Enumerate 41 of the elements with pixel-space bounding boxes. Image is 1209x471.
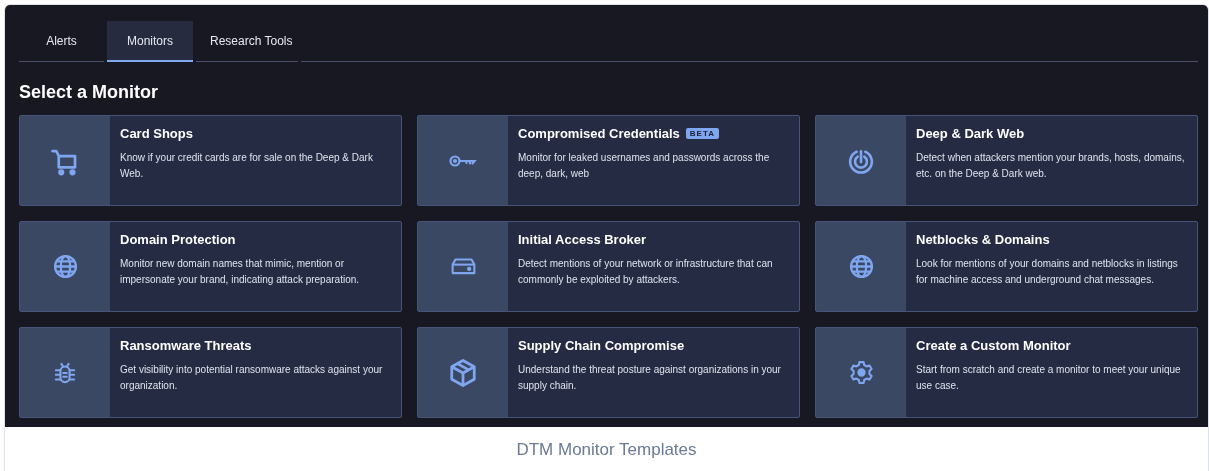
card-description: Monitor new domain names that mimic, mention or impersonate your brand, indicating attack preparation. xyxy=(120,257,361,287)
card-title: Initial Access Broker xyxy=(518,232,647,247)
drive-icon xyxy=(450,258,476,275)
card-description: Look for mentions of your domains and netblocks in listings for machine access and underground chat messages. xyxy=(916,257,1179,287)
tab[interactable]: Monitors xyxy=(107,21,193,62)
monitor-card[interactable]: Initial Access Broker Detect mentions of your network or infrastructure that can commonly be exploited by attackers. xyxy=(417,221,800,312)
card-title: Domain Protection xyxy=(120,232,236,247)
card-title: Card Shops xyxy=(120,126,193,141)
beta-badge: BETA xyxy=(685,128,719,139)
card-title: Ransomware Threats xyxy=(120,338,252,353)
target-icon xyxy=(848,147,874,174)
card-description: Get visibility into potential ransomware attacks against your organization. xyxy=(120,363,384,393)
bug-icon xyxy=(54,360,76,385)
page-heading: Select a Monitor xyxy=(19,81,160,104)
monitor-card[interactable]: Domain Protection Monitor new domain names that mimic, mention or impersonate your brand, indicating attack preparation. xyxy=(19,221,402,312)
card-description: Detect mentions of your network or infrastructure that can commonly be exploited by attackers. xyxy=(518,257,774,287)
card-title: Netblocks & Domains xyxy=(916,232,1050,247)
figure-caption: DTM Monitor Templates xyxy=(515,439,698,460)
key-icon xyxy=(449,153,477,168)
card-title: Deep & Dark Web xyxy=(916,126,1025,141)
card-description: Start from scratch and create a monitor to meet your unique use case. xyxy=(916,363,1182,393)
globe-icon xyxy=(848,254,874,279)
card-title: Supply Chain Compromise xyxy=(518,338,685,353)
tab[interactable]: Alerts xyxy=(19,21,104,62)
card-description: Detect when attackers mention your brands, hosts, domains, etc. on the Deep & Dark web. xyxy=(916,151,1186,181)
card-title: Create a Custom Monitor xyxy=(916,338,1071,353)
card-description: Know if your credit cards are for sale on the Deep & Dark Web. xyxy=(120,151,374,181)
card-description: Understand the threat posture against organizations in your supply chain. xyxy=(518,363,782,393)
card-description: Monitor for leaked usernames and passwords across the deep, dark, web xyxy=(518,151,771,181)
monitor-card[interactable]: Card Shops Know if your credit cards are for sale on the Deep & Dark Web. xyxy=(19,115,402,206)
monitor-card[interactable]: Ransomware Threats Get visibility into potential ransomware attacks against your organization. xyxy=(19,327,402,418)
globe-icon xyxy=(52,254,78,279)
monitor-card[interactable]: Deep & Dark Web Detect when attackers mention your brands, hosts, domains, etc. on the Deep & Dark web. xyxy=(815,115,1198,206)
monitor-card[interactable]: Supply Chain Compromise Understand the threat posture against organizations in your supply chain. xyxy=(417,327,800,418)
cube-icon xyxy=(448,357,478,388)
monitor-card[interactable]: Netblocks & Domains Look for mentions of your domains and netblocks in listings for machine access and underground chat messages. xyxy=(815,221,1198,312)
card-title: Compromised Credentials xyxy=(518,126,680,141)
monitor-card[interactable]: Compromised Credentials BETA Monitor for leaked usernames and passwords across the deep, dark, web xyxy=(417,115,800,206)
monitor-card[interactable]: Create a Custom Monitor Start from scratch and create a monitor to meet your unique use case. xyxy=(815,327,1198,418)
tab[interactable]: Research Tools xyxy=(196,21,298,62)
gear-icon xyxy=(848,360,874,385)
